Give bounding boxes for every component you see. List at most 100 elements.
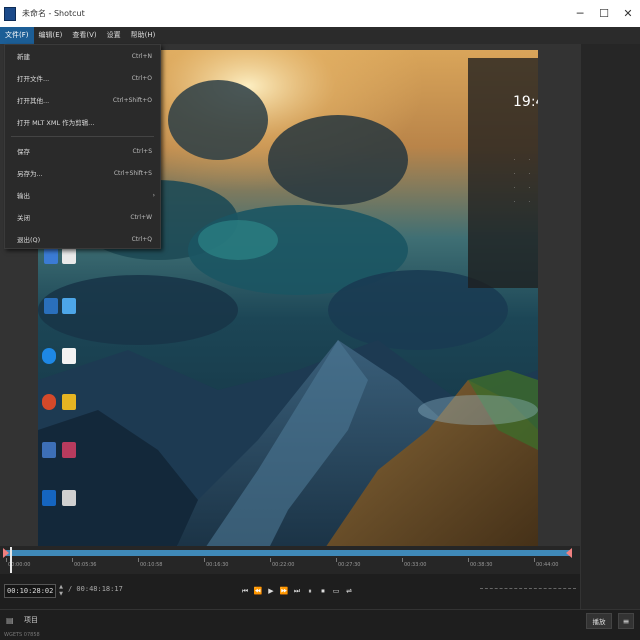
desktop-icon-app9[interactable] xyxy=(42,442,56,458)
stop-icon[interactable]: ⏹ xyxy=(318,584,328,598)
right-dock-panel xyxy=(580,44,640,609)
ruler-tick xyxy=(204,558,205,562)
skip-to-start-icon[interactable]: ⏮ xyxy=(240,584,250,598)
menu-item-open-mlt-xml[interactable]: 打开 MLT XML 作为剪辑... xyxy=(5,111,160,133)
grid-toggle-icon[interactable]: ▭ xyxy=(331,584,341,598)
menu-item-shortcut: Ctrl+Q xyxy=(131,235,152,243)
maximize-button[interactable]: ☐ xyxy=(592,0,616,27)
swap-icon[interactable]: ⇌ xyxy=(344,584,354,598)
transport-bar: 00:10:28:02 ▲ ▼ / 00:48:18:17 ⏮ ⏪ ▶ ⏩ ⏭ … xyxy=(0,574,580,609)
menu-item-shortcut: Ctrl+Shift+O xyxy=(112,96,152,104)
menu-item-label: 关闭 xyxy=(17,214,30,222)
ruler-tick-label: 00:44:00 xyxy=(536,562,559,568)
calendar-grid: ···· ···· ···· ···· xyxy=(514,158,530,205)
menu-item-label: 保存 xyxy=(17,148,30,156)
bottom-tab-bar: ▤ 项目 播放 ≡ WGETS 07858 xyxy=(0,609,640,640)
desktop-icon-app1[interactable] xyxy=(44,248,58,264)
menu-settings[interactable]: 设置 xyxy=(102,27,126,44)
desktop-icon-app3[interactable] xyxy=(44,298,58,314)
ruler-tick xyxy=(336,558,337,562)
ruler-tick xyxy=(468,558,469,562)
shotcut-app-icon xyxy=(4,6,16,21)
ruler-tick-label: 00:27:30 xyxy=(338,562,361,568)
desktop-icon-app2[interactable] xyxy=(62,248,76,264)
menu-item-label: 另存为... xyxy=(17,170,43,178)
playback-controls: ⏮ ⏪ ▶ ⏩ ⏭ ⏸ ⏹ ▭ ⇌ xyxy=(240,584,354,598)
rewind-icon[interactable]: ⏪ xyxy=(253,584,263,598)
desktop-icon-app7[interactable] xyxy=(42,394,56,410)
menu-edit[interactable]: 编辑(E) xyxy=(34,27,68,44)
tab-project[interactable]: 项目 xyxy=(24,615,38,625)
menu-bar: 文件(F) 编辑(E) 查看(V) 设置 帮助(H) xyxy=(0,27,640,44)
menu-item-shortcut: Ctrl+S xyxy=(132,147,152,155)
shotcut-window: 未命名 - Shotcut ─ ☐ ✕ 文件(F) 编辑(E) 查看(V) 设置… xyxy=(0,0,640,640)
menu-item-label: 打开文件... xyxy=(17,75,50,83)
window-title: 未命名 - Shotcut xyxy=(22,9,85,18)
total-duration: / 00:48:18:17 xyxy=(68,585,123,593)
skip-to-end-icon[interactable]: ⏭ xyxy=(292,584,302,598)
menu-item-label: 打开 MLT XML 作为剪辑... xyxy=(17,119,95,127)
menu-item-label: 打开其他... xyxy=(17,97,50,105)
timeline[interactable]: 00:00:00 00:05:36 00:10:58 00:16:30 00:2… xyxy=(0,546,580,574)
menu-item-open-other[interactable]: 打开其他... Ctrl+Shift+O xyxy=(5,89,160,111)
menu-item-label: 新建 xyxy=(17,53,30,61)
ruler-tick xyxy=(138,558,139,562)
ruler-tick-label: 00:16:30 xyxy=(206,562,229,568)
menu-help[interactable]: 帮助(H) xyxy=(126,27,161,44)
ruler-tick xyxy=(6,558,7,562)
spin-down-icon[interactable]: ▼ xyxy=(58,591,64,598)
close-button[interactable]: ✕ xyxy=(616,0,640,27)
window-controls: ─ ☐ ✕ xyxy=(568,0,640,27)
menu-item-save[interactable]: 保存 Ctrl+S xyxy=(5,140,160,162)
ruler-tick xyxy=(534,558,535,562)
timeline-track[interactable] xyxy=(6,550,572,556)
menu-separator xyxy=(11,136,154,137)
calendar-flyout: 19:46 ···· ···· ···· ···· xyxy=(468,58,538,288)
desktop-icon-app4[interactable] xyxy=(62,298,76,314)
minimize-button[interactable]: ─ xyxy=(568,0,592,27)
desktop-icon-app6[interactable] xyxy=(62,348,76,364)
menu-item-quit[interactable]: 退出(Q) Ctrl+Q xyxy=(5,228,160,250)
menu-file[interactable]: 文件(F) xyxy=(0,27,34,44)
ruler-tick-label: 00:38:30 xyxy=(470,562,493,568)
menu-item-export[interactable]: 输出 › xyxy=(5,184,160,206)
ruler-tick xyxy=(402,558,403,562)
current-timecode-input[interactable]: 00:10:28:02 xyxy=(4,584,56,598)
playhead[interactable] xyxy=(10,547,12,573)
timeline-ruler: 00:00:00 00:05:36 00:10:58 00:16:30 00:2… xyxy=(6,558,572,572)
menu-view[interactable]: 查看(V) xyxy=(67,27,101,44)
folder-icon[interactable] xyxy=(62,394,76,410)
spin-up-icon[interactable]: ▲ xyxy=(58,584,64,591)
fast-forward-icon[interactable]: ⏩ xyxy=(279,584,289,598)
title-bar: 未命名 - Shotcut ─ ☐ ✕ xyxy=(0,0,640,27)
menu-item-label: 输出 xyxy=(17,192,30,200)
ruler-tick xyxy=(72,558,73,562)
ruler-tick-label: 00:22:00 xyxy=(272,562,295,568)
menu-item-open-file[interactable]: 打开文件... Ctrl+O xyxy=(5,67,160,89)
menu-item-save-as[interactable]: 另存为... Ctrl+Shift+S xyxy=(5,162,160,184)
menu-item-shortcut: Ctrl+W xyxy=(130,213,152,221)
ruler-tick-label: 00:10:58 xyxy=(140,562,163,568)
menu-item-close[interactable]: 关闭 Ctrl+W xyxy=(5,206,160,228)
pause-icon[interactable]: ⏸ xyxy=(305,584,315,598)
play-icon[interactable]: ▶ xyxy=(266,584,276,598)
ruler-tick xyxy=(270,558,271,562)
file-menu-dropdown: 新建 Ctrl+N 打开文件... Ctrl+O 打开其他... Ctrl+Shift… xyxy=(4,44,161,249)
ruler-tick-label: 00:33:00 xyxy=(404,562,427,568)
menu-item-shortcut: Ctrl+Shift+S xyxy=(113,169,152,177)
desktop-icon-app12[interactable] xyxy=(62,490,76,506)
project-tab-icon[interactable]: ▤ xyxy=(6,616,14,625)
timecode-spinner[interactable]: ▲ ▼ xyxy=(58,584,64,598)
status-text: WGETS 07858 xyxy=(4,632,40,638)
ruler-tick-label: 00:05:36 xyxy=(74,562,97,568)
menu-item-shortcut: Ctrl+O xyxy=(131,74,152,82)
submenu-arrow-icon: › xyxy=(152,191,155,199)
player-button[interactable]: 播放 xyxy=(586,613,612,629)
clock-time: 19:46 xyxy=(513,94,538,110)
menu-item-new[interactable]: 新建 Ctrl+N xyxy=(5,45,160,67)
desktop-icon-app10[interactable] xyxy=(62,442,76,458)
menu-icon[interactable]: ≡ xyxy=(618,613,634,629)
desktop-icon-app11[interactable] xyxy=(42,490,56,506)
menu-item-label: 退出(Q) xyxy=(17,236,41,244)
edge-browser-icon[interactable] xyxy=(42,348,56,364)
